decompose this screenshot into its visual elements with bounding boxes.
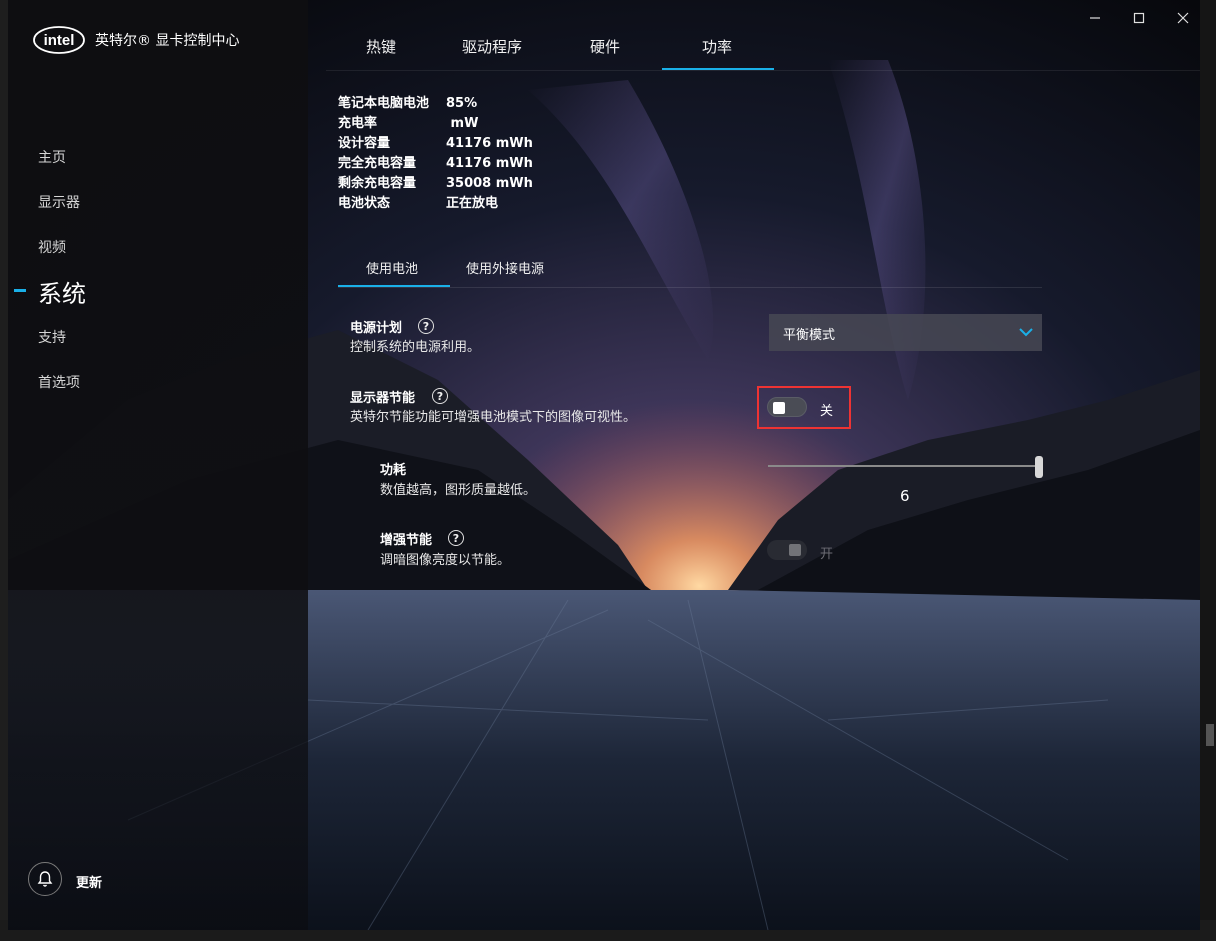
battery-status-value: 正在放电 [446, 196, 499, 211]
question-circle-icon[interactable]: ? [418, 318, 434, 334]
tab-hardware[interactable]: 硬件 [590, 36, 620, 57]
update-button[interactable] [28, 862, 62, 896]
sub-tab-active-underline [338, 285, 450, 287]
sidebar-item-preferences[interactable]: 首选项 [38, 372, 80, 392]
sidebar: intel 英特尔® 显卡控制中心 主页 显示器 视频 系统 支持 首选项 更新 [8, 0, 308, 930]
background-right-strip [1200, 0, 1216, 941]
sub-tab-divider [338, 287, 1042, 288]
question-circle-icon[interactable]: ? [448, 530, 464, 546]
sidebar-item-video[interactable]: 视频 [38, 237, 66, 257]
minimize-icon [1090, 17, 1100, 19]
intel-logo: intel [33, 26, 85, 54]
display-saving-desc: 英特尔节能功能可增强电池模式下的图像可视性。 [350, 410, 637, 425]
tab-power[interactable]: 功率 [702, 36, 732, 57]
design-capacity-row: 设计容量 41176 mWh [338, 132, 533, 151]
full-charge-capacity-row: 完全充电容量 41176 mWh [338, 152, 533, 171]
full-charge-capacity-label: 完全充电容量 [338, 156, 417, 171]
top-tab-active-underline [662, 68, 774, 70]
bell-icon [37, 871, 53, 887]
design-capacity-value: 41176 mWh [446, 136, 533, 151]
enhanced-saving-desc: 调暗图像亮度以节能。 [380, 553, 511, 568]
sidebar-item-home[interactable]: 主页 [38, 147, 66, 167]
power-desc: 数值越高，图形质量越低。 [380, 483, 537, 498]
chevron-down-icon [1019, 328, 1033, 337]
update-label: 更新 [76, 876, 103, 891]
app-window: intel 英特尔® 显卡控制中心 主页 显示器 视频 系统 支持 首选项 更新… [8, 0, 1200, 930]
enhanced-saving-state: 开 [820, 547, 834, 562]
charge-rate-value: mW [446, 116, 479, 131]
battery-level-row: 笔记本电脑电池 85% [338, 92, 477, 111]
enhanced-saving-title: 增强节能 [380, 533, 433, 548]
tab-plugged-in[interactable]: 使用外接电源 [466, 258, 544, 277]
battery-status-row: 电池状态 正在放电 [338, 192, 498, 211]
tab-hotkeys[interactable]: 热键 [366, 36, 396, 57]
power-plan-selected: 平衡模式 [783, 328, 836, 343]
power-title: 功耗 [380, 463, 407, 478]
svg-text:intel: intel [44, 32, 75, 49]
full-charge-capacity-value: 41176 mWh [446, 156, 533, 171]
power-plan-desc: 控制系统的电源利用。 [350, 340, 481, 355]
maximize-icon [1133, 12, 1145, 24]
battery-level-label: 笔记本电脑电池 [338, 96, 430, 111]
power-plan-title: 电源计划 [350, 321, 403, 336]
close-button[interactable] [1168, 8, 1198, 28]
power-slider-track[interactable] [768, 465, 1038, 467]
battery-level-value: 85% [446, 96, 478, 111]
sidebar-active-indicator [14, 289, 26, 292]
tab-driver[interactable]: 驱动程序 [462, 36, 522, 57]
top-tab-divider [326, 70, 1200, 71]
close-icon [1177, 12, 1189, 24]
sidebar-item-system[interactable]: 系统 [38, 274, 86, 309]
display-saving-toggle[interactable] [767, 397, 807, 417]
remaining-capacity-value: 35008 mWh [446, 176, 533, 191]
power-slider-thumb[interactable] [1035, 456, 1043, 478]
sidebar-item-support[interactable]: 支持 [38, 327, 66, 347]
app-title: 英特尔® 显卡控制中心 [95, 33, 240, 49]
design-capacity-label: 设计容量 [338, 136, 391, 151]
question-circle-icon[interactable]: ? [432, 388, 448, 404]
minimize-button[interactable] [1080, 8, 1110, 28]
background-scroll-mark [1206, 724, 1214, 746]
sidebar-item-display[interactable]: 显示器 [38, 192, 80, 212]
toggle-knob [789, 544, 801, 556]
toggle-knob [773, 402, 785, 414]
battery-status-label: 电池状态 [338, 196, 391, 211]
remaining-capacity-label: 剩余充电容量 [338, 176, 417, 191]
remaining-capacity-row: 剩余充电容量 35008 mWh [338, 172, 533, 191]
charge-rate-label: 充电率 [338, 116, 378, 131]
maximize-button[interactable] [1124, 8, 1154, 28]
display-saving-title: 显示器节能 [350, 391, 416, 406]
power-slider-value: 6 [900, 487, 910, 505]
enhanced-saving-toggle[interactable] [767, 540, 807, 560]
tab-on-battery[interactable]: 使用电池 [366, 258, 418, 277]
display-saving-state: 关 [820, 404, 834, 419]
power-plan-dropdown[interactable]: 平衡模式 [769, 314, 1042, 351]
charge-rate-row: 充电率 mW [338, 112, 478, 131]
